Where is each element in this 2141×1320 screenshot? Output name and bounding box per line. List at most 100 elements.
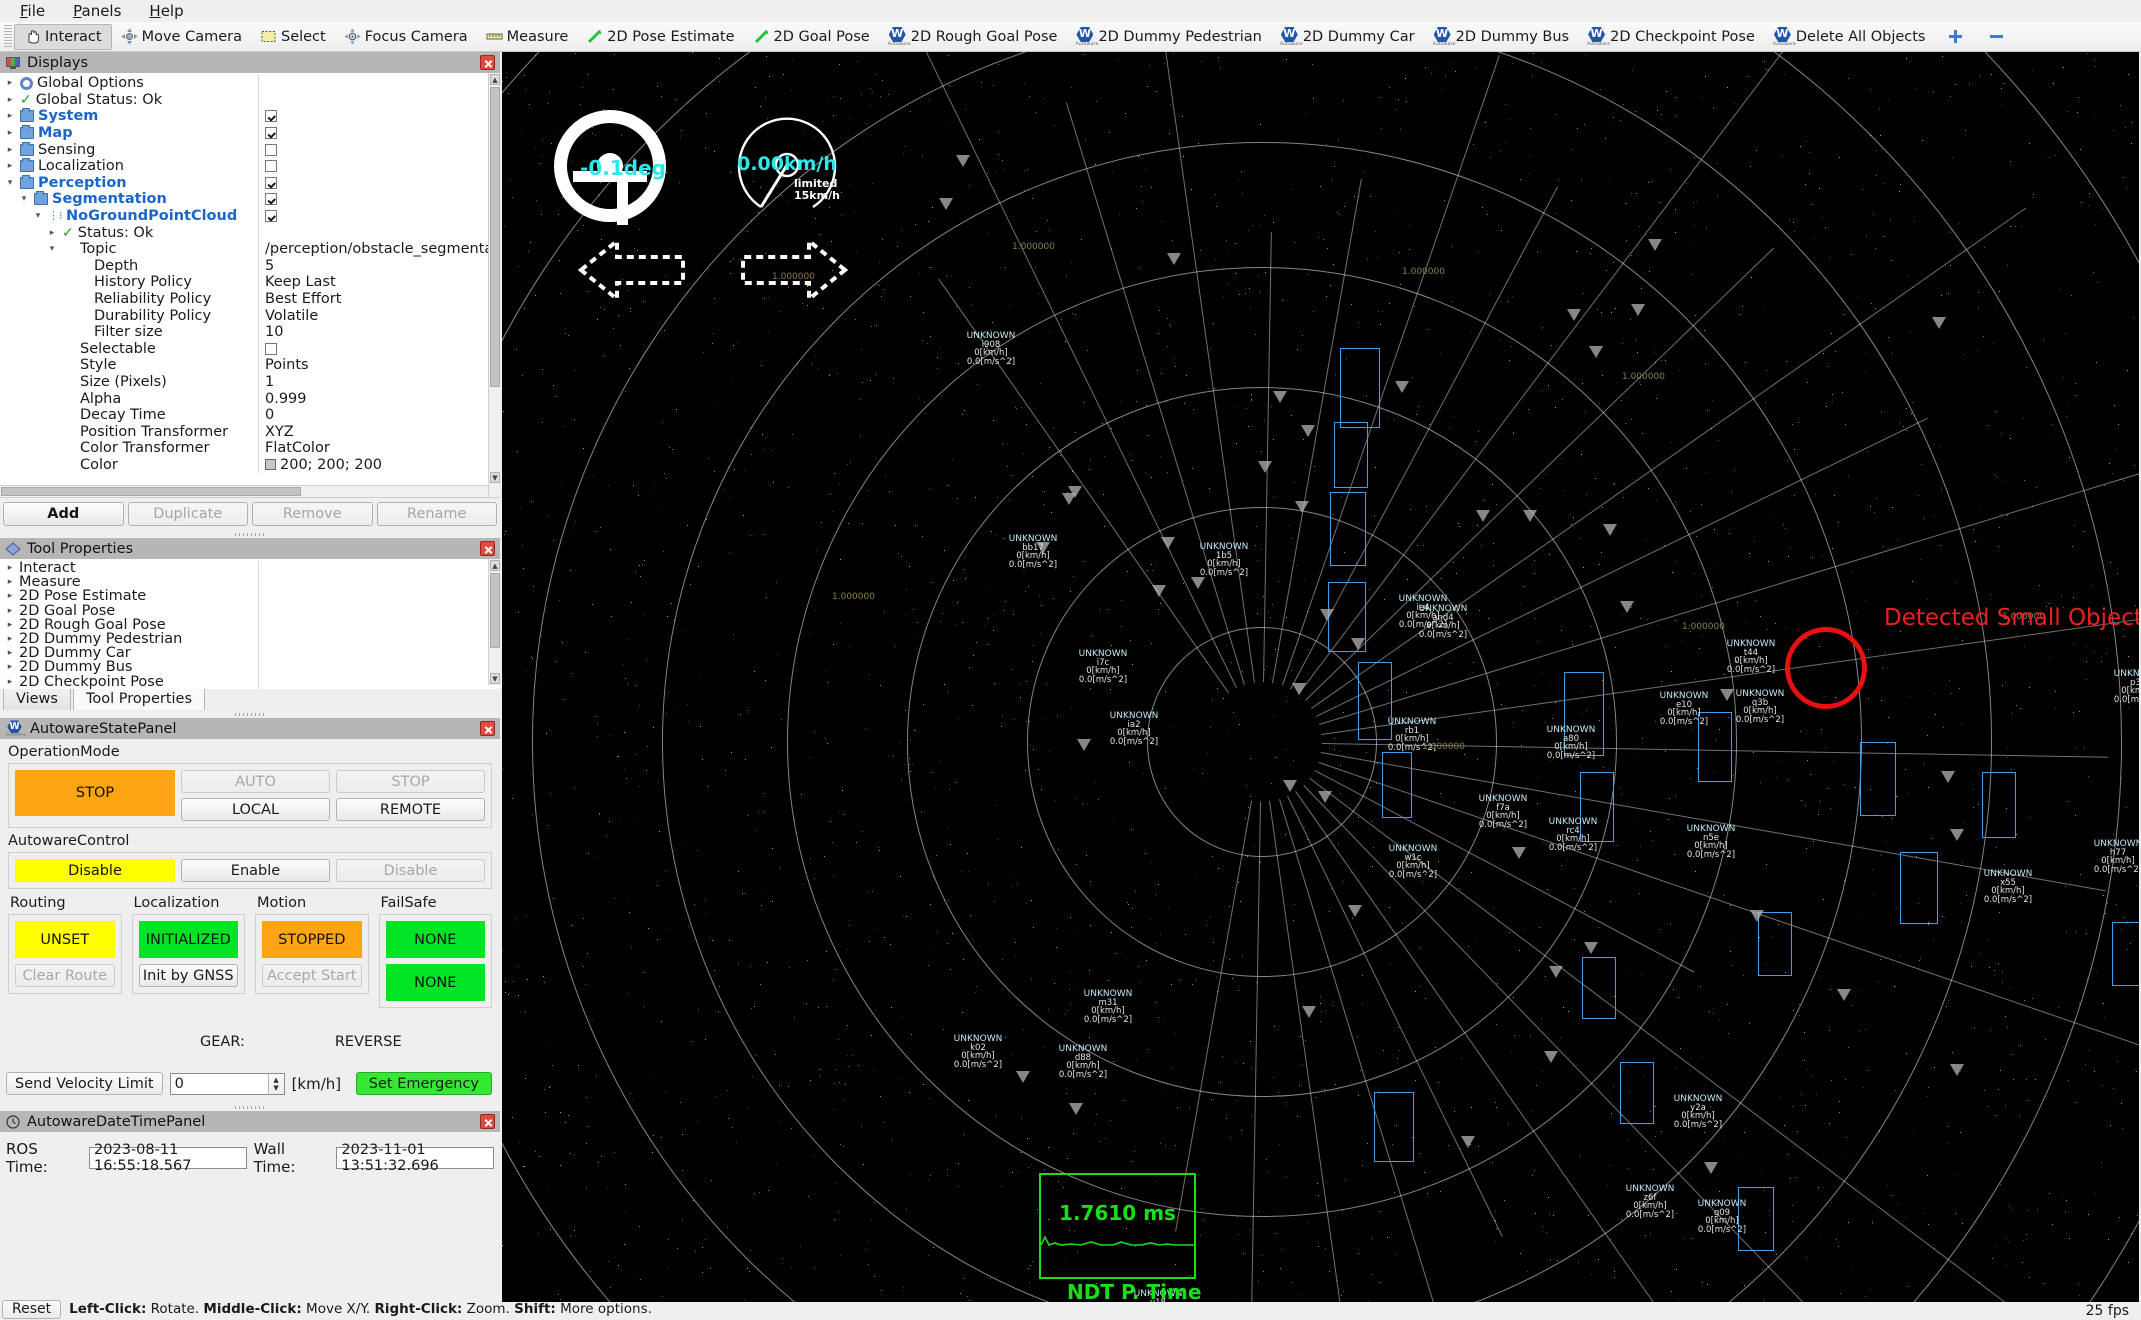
display-visibility-checkbox[interactable]: [265, 127, 277, 139]
tree-expander-closed[interactable]: [4, 95, 16, 105]
dock-tab-tool-properties[interactable]: Tool Properties: [73, 687, 205, 710]
display-visibility-checkbox[interactable]: [265, 210, 277, 222]
display-visibility-checkbox[interactable]: [265, 160, 277, 172]
velocity-stepper[interactable]: ▲▼: [268, 1074, 284, 1094]
duplicate-display-button[interactable]: Duplicate: [128, 502, 249, 526]
display-tree-row[interactable]: Depth5: [0, 258, 500, 275]
menu-help[interactable]: Help: [135, 0, 197, 22]
status-action-button[interactable]: Accept Start: [262, 964, 362, 987]
display-visibility-checkbox[interactable]: [265, 177, 277, 189]
tool-scroll-thumb[interactable]: [490, 573, 500, 648]
display-tree-row[interactable]: Global Options: [0, 75, 500, 92]
tool-properties-row[interactable]: 2D Checkpoint Pose: [0, 675, 500, 689]
operation-stop-button[interactable]: STOP: [336, 770, 485, 793]
tree-expander-open[interactable]: [18, 194, 30, 204]
tree-expander-open[interactable]: [46, 244, 58, 254]
toolbar-drag-handle[interactable]: [4, 25, 12, 49]
color-swatch[interactable]: [265, 459, 276, 470]
menu-file[interactable]: File: [6, 0, 59, 22]
displays-scroll-thumb[interactable]: [490, 87, 500, 387]
display-visibility-checkbox[interactable]: [265, 193, 277, 205]
toolbar-button-2d-dummy-car[interactable]: WAutoware2D Dummy Car: [1271, 24, 1424, 50]
tool-properties-row[interactable]: 2D Pose Estimate: [0, 589, 500, 603]
toolbar-button-2d-pose-estimate[interactable]: 2D Pose Estimate: [577, 24, 743, 50]
display-tree-row[interactable]: ✓Status: Ok: [0, 224, 500, 241]
toolbar-button-delete-all-objects[interactable]: WAutowareDelete All Objects: [1764, 24, 1935, 50]
add-display-button[interactable]: Add: [3, 502, 124, 526]
set-emergency-button[interactable]: Set Emergency: [356, 1072, 492, 1095]
display-tree-row[interactable]: StylePoints: [0, 357, 500, 374]
operation-remote-button[interactable]: REMOTE: [336, 798, 485, 821]
wall-time-field[interactable]: 2023-11-01 13:51:32.696: [336, 1147, 494, 1169]
send-velocity-limit-button[interactable]: Send Velocity Limit: [6, 1072, 163, 1095]
toolbar-button-2d-dummy-pedestrian[interactable]: WAutoware2D Dummy Pedestrian: [1066, 24, 1270, 50]
status-action-button[interactable]: Init by GNSS: [139, 964, 239, 987]
toolbar-button-2d-goal-pose[interactable]: 2D Goal Pose: [744, 24, 879, 50]
tree-expander-closed[interactable]: [4, 662, 16, 672]
tree-expander-closed[interactable]: [4, 78, 16, 88]
display-tree-row[interactable]: Durability PolicyVolatile: [0, 307, 500, 324]
toolbar-button-plus[interactable]: [1935, 24, 1976, 50]
toolbar-button-minus[interactable]: [1976, 24, 2017, 50]
display-tree-row[interactable]: Perception: [0, 175, 500, 192]
menu-panels[interactable]: Panels: [59, 0, 135, 22]
tree-expander-closed[interactable]: [4, 111, 16, 121]
displays-splitter[interactable]: [0, 530, 500, 538]
tool-properties-row[interactable]: 2D Rough Goal Pose: [0, 618, 500, 632]
dock-tab-views[interactable]: Views: [3, 687, 71, 710]
tree-expander-closed[interactable]: [4, 591, 16, 601]
tool-properties-row[interactable]: 2D Dummy Bus: [0, 660, 500, 674]
toolbar-button-focus-camera[interactable]: Focus Camera: [335, 24, 477, 50]
display-tree-row[interactable]: Selectable: [0, 341, 500, 358]
tool-properties-row[interactable]: Interact: [0, 561, 500, 575]
display-tree-row[interactable]: Filter size10: [0, 324, 500, 341]
tree-expander-closed[interactable]: [4, 563, 16, 573]
display-visibility-checkbox[interactable]: [265, 144, 277, 156]
display-tree-row[interactable]: Segmentation: [0, 191, 500, 208]
tree-expander-closed[interactable]: [4, 648, 16, 658]
toolbar-button-interact[interactable]: Interact: [14, 24, 112, 50]
display-tree-row[interactable]: Color TransformerFlatColor: [0, 440, 500, 457]
display-tree-row[interactable]: Position TransformerXYZ: [0, 423, 500, 440]
tree-expander-closed[interactable]: [4, 145, 16, 155]
tree-expander-closed[interactable]: [46, 228, 58, 238]
datetime-panel-close-button[interactable]: [480, 1114, 495, 1129]
tool-properties-splitter[interactable]: [0, 710, 500, 718]
state-panel-close-button[interactable]: [480, 721, 495, 736]
tool-scroll-down-arrow[interactable]: ▼: [490, 673, 500, 684]
tree-expander-open[interactable]: [32, 211, 44, 221]
remove-display-button[interactable]: Remove: [252, 502, 373, 526]
display-visibility-checkbox[interactable]: [265, 110, 277, 122]
display-tree-row[interactable]: Map: [0, 125, 500, 142]
tool-properties-row[interactable]: 2D Dummy Pedestrian: [0, 632, 500, 646]
tool-properties-list[interactable]: InteractMeasure2D Pose Estimate2D Goal P…: [0, 559, 500, 686]
tree-expander-closed[interactable]: [4, 577, 16, 587]
display-tree-row[interactable]: ⋮⁝NoGroundPointCloud: [0, 208, 500, 225]
tool-properties-vertical-scrollbar[interactable]: ▲ ▼: [488, 559, 500, 685]
displays-tree[interactable]: Global Options✓Global Status: OkSystemMa…: [0, 73, 500, 498]
toolbar-button-select[interactable]: Select: [251, 24, 335, 50]
tree-expander-closed[interactable]: [4, 161, 16, 171]
tool-properties-close-button[interactable]: [480, 541, 495, 556]
tool-scroll-up-arrow[interactable]: ▲: [490, 560, 500, 571]
operation-local-button[interactable]: LOCAL: [181, 798, 330, 821]
display-tree-row[interactable]: Decay Time0: [0, 407, 500, 424]
display-tree-row[interactable]: Reliability PolicyBest Effort: [0, 291, 500, 308]
display-tree-row[interactable]: Size (Pixels)1: [0, 374, 500, 391]
displays-vertical-scrollbar[interactable]: ▲ ▼: [488, 73, 500, 497]
display-tree-row[interactable]: Sensing: [0, 141, 500, 158]
reset-button[interactable]: Reset: [2, 1300, 61, 1319]
tool-properties-row[interactable]: 2D Goal Pose: [0, 604, 500, 618]
status-action-button[interactable]: Clear Route: [15, 964, 115, 987]
toolbar-button-move-camera[interactable]: Move Camera: [112, 24, 251, 50]
display-visibility-checkbox[interactable]: [265, 343, 277, 355]
tree-expander-closed[interactable]: [4, 620, 16, 630]
state-panel-splitter[interactable]: [0, 1103, 500, 1111]
control-enable-button[interactable]: Enable: [181, 859, 330, 882]
tree-expander-closed[interactable]: [4, 606, 16, 616]
rename-display-button[interactable]: Rename: [377, 502, 498, 526]
tree-expander-closed[interactable]: [4, 677, 16, 687]
render-view-3d[interactable]: UNKNOWNi9080[km/h]0.0[m/s^2]UNKNOWNbb170…: [502, 52, 2139, 1302]
displays-hscroll-thumb[interactable]: [1, 487, 301, 496]
display-tree-row[interactable]: System: [0, 108, 500, 125]
